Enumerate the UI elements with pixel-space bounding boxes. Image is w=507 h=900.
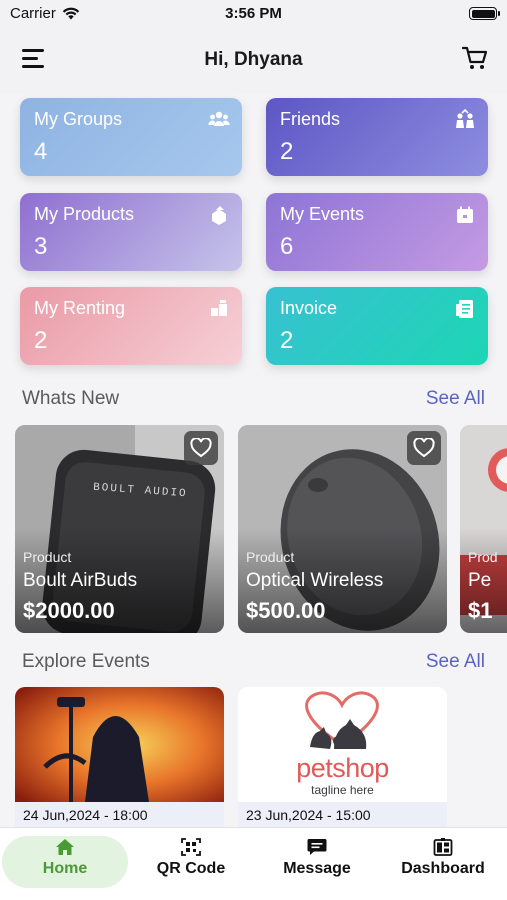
page-title: Hi, Dhyana [204,49,303,70]
whats-new-title: Whats New [22,388,120,409]
heart-icon [190,438,212,458]
product-card[interactable]: BOULT AUDIO Product Boult AirBuds $2000.… [15,425,224,633]
tab-label: Dashboard [401,860,485,877]
home-icon [56,839,74,855]
tab-qr-code[interactable]: QR Code [128,836,254,888]
stat-card-label: My Groups [34,109,123,129]
tab-dashboard[interactable]: Dashboard [380,836,506,888]
stat-card-count: 6 [280,233,294,260]
groups-icon [208,111,230,126]
event-image [15,687,224,802]
explore-events-see-all-link[interactable]: See All [426,651,485,673]
product-category: Product [246,549,295,565]
products-icon [212,206,226,225]
battery-icon [469,7,500,20]
stat-card-count: 3 [34,233,48,260]
product-price: $1 [468,598,493,623]
product-card[interactable]: Prod Pe $1 [460,425,507,633]
stat-card-label: Invoice [280,298,338,318]
tab-label: Message [283,860,351,877]
favorite-button[interactable] [184,431,218,465]
stat-card-friends[interactable]: Friends 2 [266,98,488,176]
message-icon [307,839,327,855]
event-date: 24 Jun,2024 - 18:00 [15,802,224,827]
bottom-tab-bar: Home QR Code Message Dashboard [0,827,507,900]
product-name: Pe [468,570,492,591]
stat-card-label: My Renting [34,298,126,318]
stat-card-count: 2 [280,327,294,354]
tab-label: Home [42,860,88,877]
status-time: 3:56 PM [225,5,282,22]
events-icon [457,206,473,223]
stat-card-count: 2 [34,327,48,354]
tab-label: QR Code [156,860,226,877]
dashboard-icon [433,838,453,856]
stat-card-label: My Products [34,204,135,224]
stat-card-my-products[interactable]: My Products 3 [20,193,242,271]
app-header: Hi, Dhyana [0,28,507,94]
friends-icon [456,109,474,128]
explore-events-title: Explore Events [22,651,150,672]
heart-icon [413,438,435,458]
qr-code-icon [181,838,201,856]
whats-new-see-all-link[interactable]: See All [426,388,485,410]
product-name: Boult AirBuds [23,570,138,591]
event-card[interactable]: 24 Jun,2024 - 18:00 [15,687,224,827]
petshop-logo-tagline: tagline here [311,783,374,797]
stat-card-label: My Events [280,204,365,224]
renting-icon [211,300,227,316]
status-bar: Carrier 3:56 PM [0,0,507,28]
tab-message[interactable]: Message [254,836,380,888]
stat-card-count: 4 [34,138,48,165]
product-price: $500.00 [246,598,326,623]
tab-home[interactable]: Home [2,836,128,888]
event-card[interactable]: petshop tagline here 23 Jun,2024 - 15:00 [238,687,447,827]
product-price: $2000.00 [23,598,115,623]
stat-card-invoice[interactable]: Invoice 2 [266,287,488,365]
stat-card-my-groups[interactable]: My Groups 4 [20,98,242,176]
favorite-button[interactable] [407,431,441,465]
event-date: 23 Jun,2024 - 15:00 [238,802,447,827]
stat-card-count: 2 [280,138,294,165]
stat-card-my-renting[interactable]: My Renting 2 [20,287,242,365]
product-name: Optical Wireless [246,570,384,591]
product-card[interactable]: Product Optical Wireless $500.00 [238,425,447,633]
invoice-icon [456,300,473,318]
stat-card-my-events[interactable]: My Events 6 [266,193,488,271]
cart-icon[interactable] [461,44,489,72]
product-category: Prod [468,549,498,565]
product-category: Product [23,549,72,565]
stat-card-label: Friends [280,109,341,129]
petshop-logo-text: petshop [296,753,389,783]
